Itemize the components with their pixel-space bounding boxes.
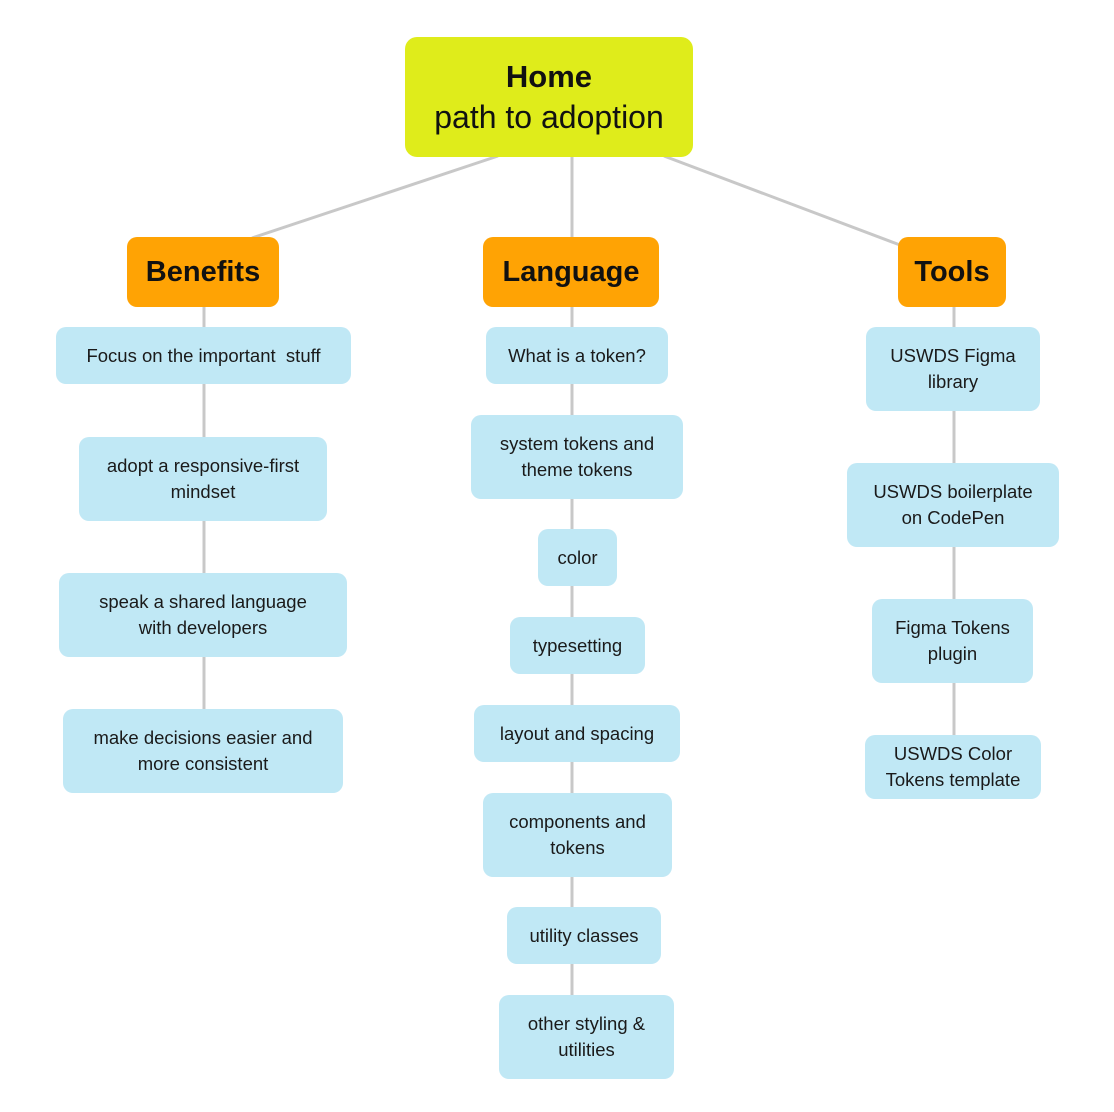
language-item[interactable]: other styling & utilities (499, 995, 674, 1079)
category-language[interactable]: Language (483, 237, 659, 307)
connector-root-tools (663, 154, 901, 247)
category-benefits[interactable]: Benefits (127, 237, 279, 307)
language-item[interactable]: color (538, 529, 617, 586)
benefits-item[interactable]: make decisions easier and more consisten… (63, 709, 343, 793)
connector-root-benefits (251, 154, 499, 240)
root-node-home[interactable]: Home path to adoption (405, 37, 693, 157)
language-item[interactable]: What is a token? (486, 327, 668, 384)
tools-item[interactable]: USWDS Figma library (866, 327, 1040, 411)
language-item[interactable]: typesetting (510, 617, 645, 674)
category-tools[interactable]: Tools (898, 237, 1006, 307)
language-item[interactable]: system tokens and theme tokens (471, 415, 683, 499)
language-item[interactable]: utility classes (507, 907, 661, 964)
language-item[interactable]: components and tokens (483, 793, 672, 877)
language-item[interactable]: layout and spacing (474, 705, 680, 762)
benefits-item[interactable]: adopt a responsive-first mindset (79, 437, 327, 521)
root-subtitle: path to adoption (434, 99, 664, 135)
tools-item[interactable]: Figma Tokens plugin (872, 599, 1033, 683)
root-title: Home (505, 59, 593, 94)
tools-item[interactable]: USWDS boilerplate on CodePen (847, 463, 1059, 547)
benefits-item[interactable]: Focus on the important stuff (56, 327, 351, 384)
tools-item[interactable]: USWDS Color Tokens template (865, 735, 1041, 799)
benefits-item[interactable]: speak a shared language with developers (59, 573, 347, 657)
